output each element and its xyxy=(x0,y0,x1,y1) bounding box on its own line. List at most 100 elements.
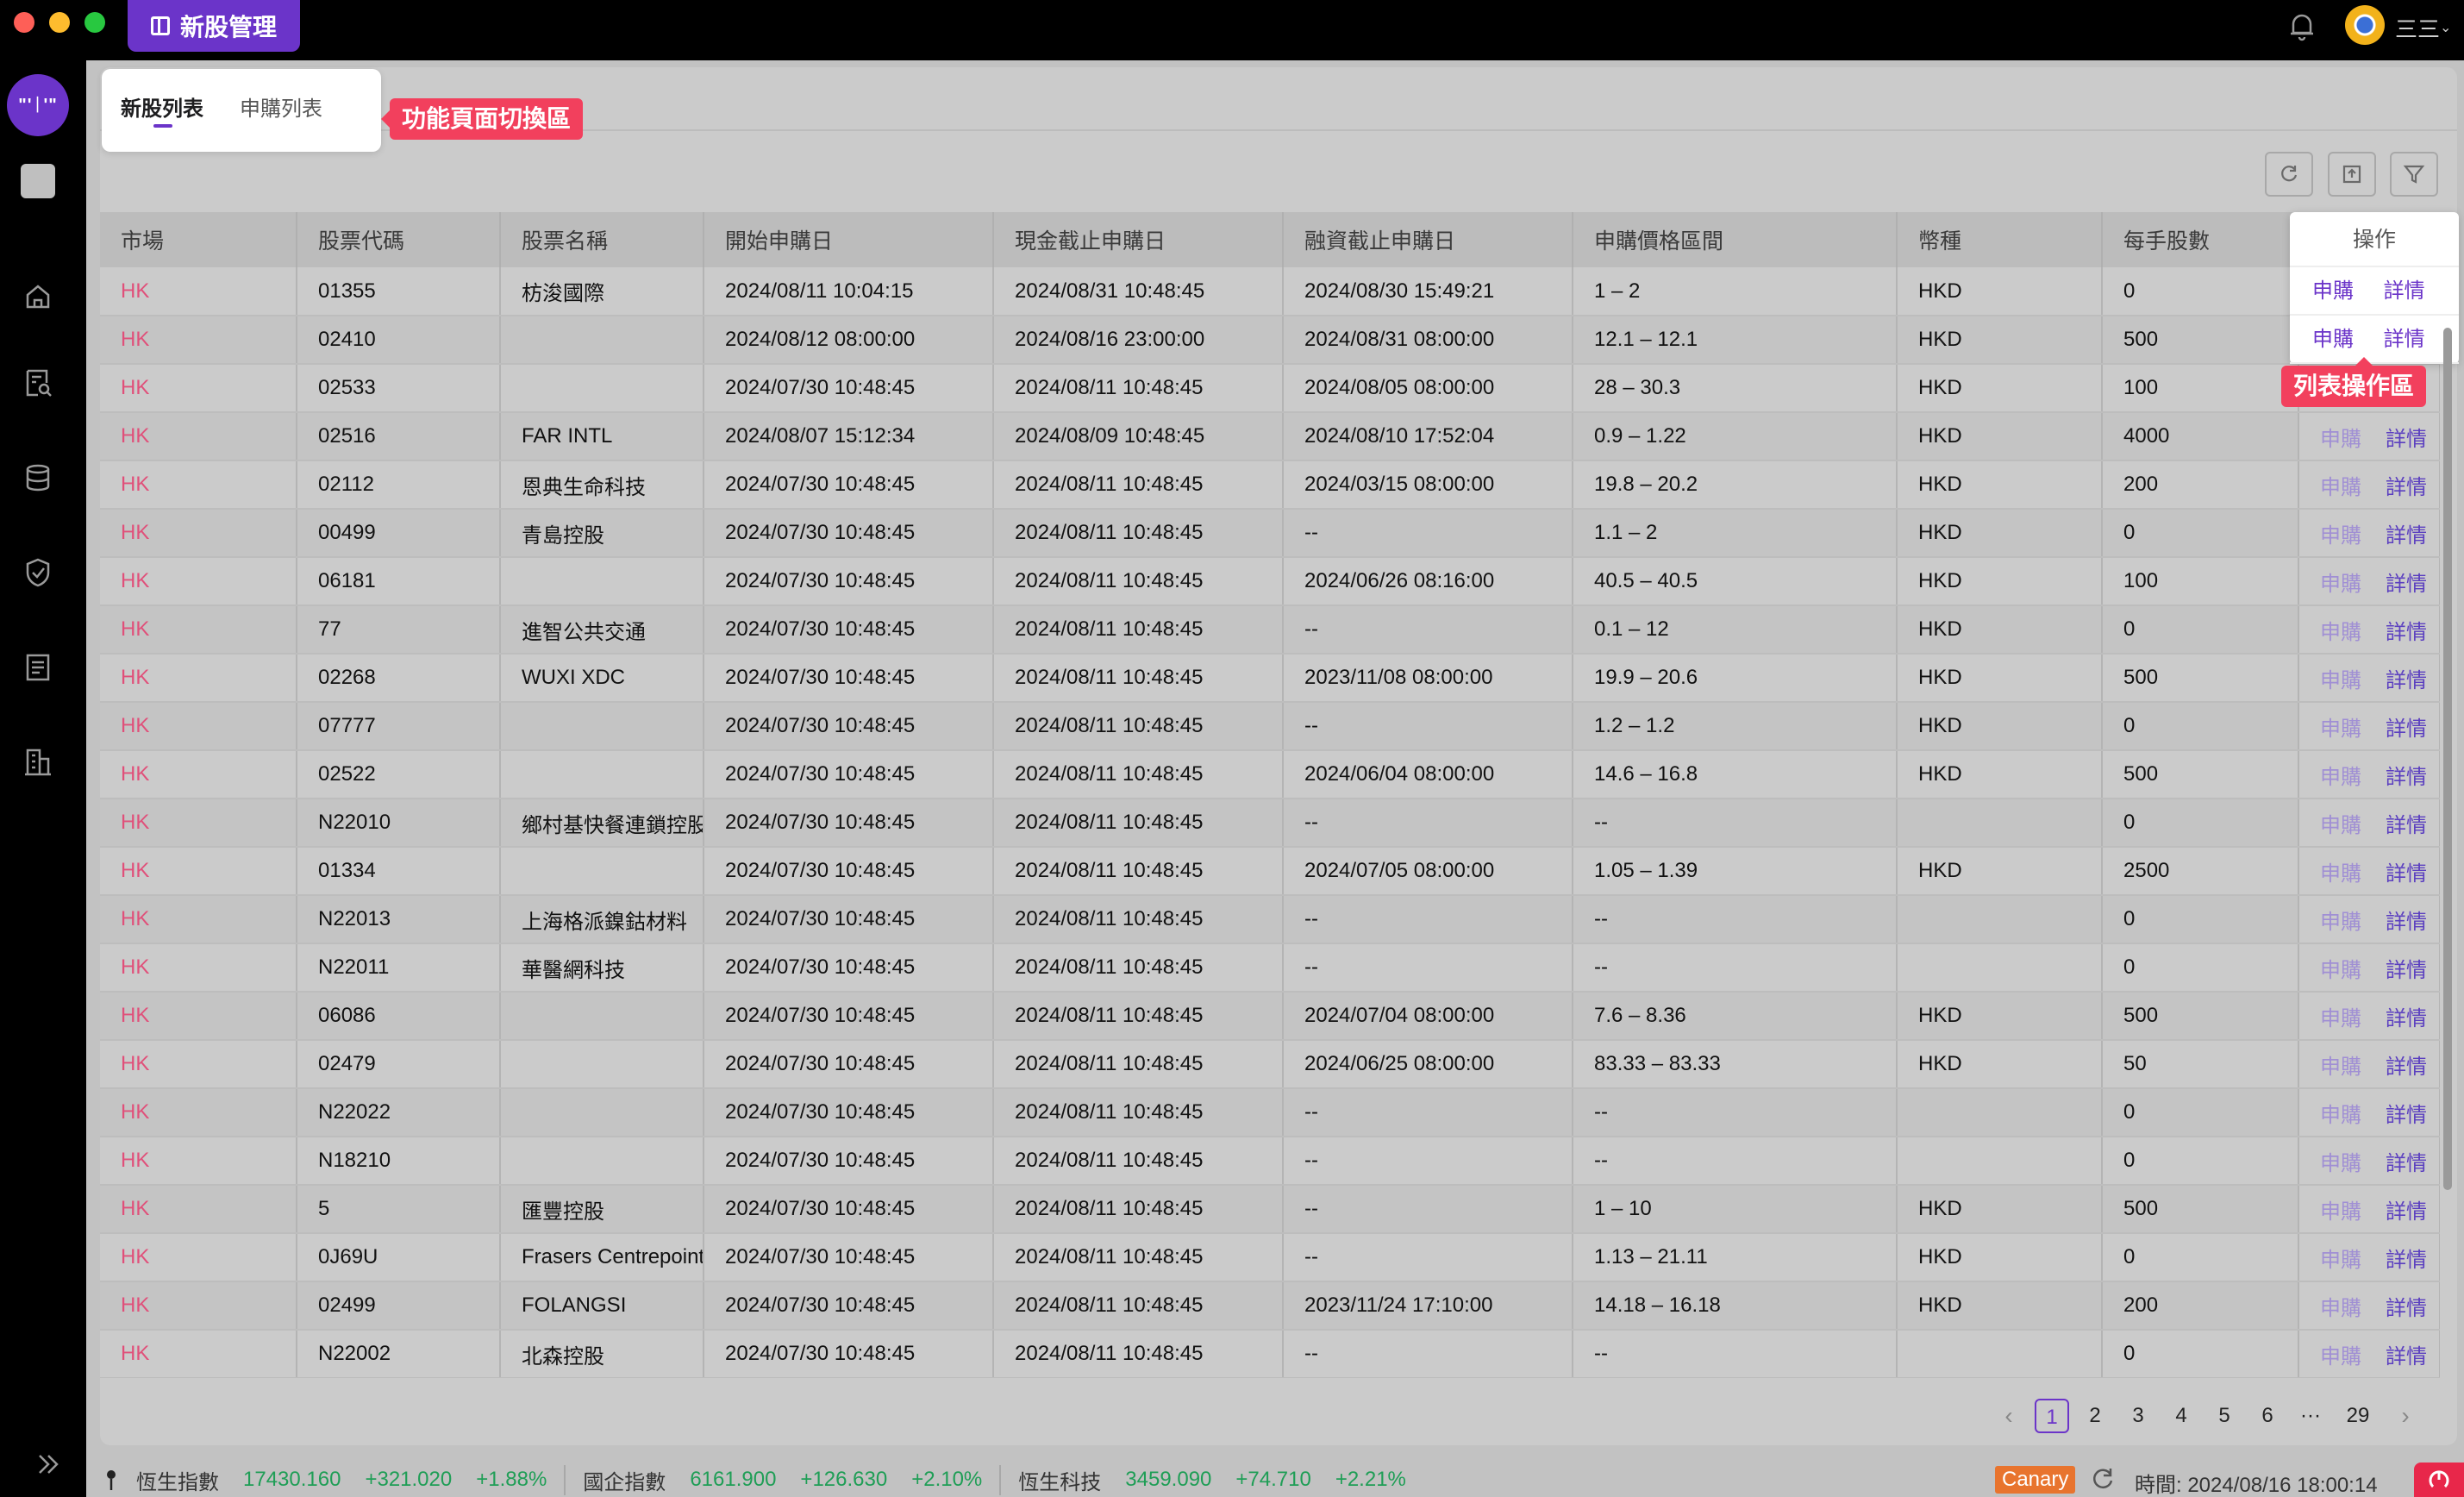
page-2[interactable]: 2 xyxy=(2078,1399,2112,1433)
table-row[interactable]: HK 02479 2024/07/30 10:48:45 2024/08/11 10:… xyxy=(100,1040,2440,1089)
table-row[interactable]: HK 5 匯豐控股 2024/07/30 10:48:45 2024/08/11 10:… xyxy=(100,1185,2440,1234)
detail-link[interactable]: 詳情 xyxy=(2386,717,2427,741)
page-5[interactable]: 5 xyxy=(2207,1399,2242,1433)
prev-page-button[interactable]: ‹ xyxy=(1992,1399,2026,1433)
apply-link[interactable]: 申購 xyxy=(2320,1104,2361,1127)
apply-link[interactable]: 申購 xyxy=(2320,1152,2361,1175)
table-row[interactable]: HK 77 進智公共交通 2024/07/30 10:48:45 2024/08/11 … xyxy=(100,605,2440,655)
table-row[interactable]: HK 02112 恩典生命科技 2024/07/30 10:48:45 2024/08/… xyxy=(100,460,2440,510)
detail-link[interactable]: 詳情 xyxy=(2386,669,2427,692)
detail-link[interactable]: 詳情 xyxy=(2386,428,2427,451)
apply-link[interactable]: 申購 xyxy=(2320,814,2361,837)
apply-link[interactable]: 申購 xyxy=(2312,279,2354,303)
close-window-button[interactable] xyxy=(14,12,34,33)
index-hstech[interactable]: 恆生科技 3459.090 +74.710 +2.21% xyxy=(1001,1465,1423,1495)
column-header[interactable]: 股票名稱 xyxy=(500,212,704,267)
building-icon[interactable] xyxy=(21,745,55,780)
index-hsi[interactable]: 恆生指數 17430.160 +321.020 +1.88% xyxy=(119,1464,566,1495)
detail-link[interactable]: 詳情 xyxy=(2386,573,2427,596)
column-header[interactable]: 市場 xyxy=(100,212,297,267)
user-name[interactable]: 三三 xyxy=(2395,12,2440,44)
apply-link[interactable]: 申購 xyxy=(2320,428,2361,451)
refresh-button[interactable] xyxy=(2265,152,2313,197)
page-4[interactable]: 4 xyxy=(2164,1399,2198,1433)
detail-link[interactable]: 詳情 xyxy=(2386,1055,2427,1079)
database-icon[interactable] xyxy=(21,460,55,495)
table-row[interactable]: HK 01334 2024/07/30 10:48:45 2024/08/11 10:… xyxy=(100,847,2440,896)
apply-link[interactable]: 申購 xyxy=(2320,717,2361,741)
detail-link[interactable]: 詳情 xyxy=(2386,911,2427,934)
detail-link[interactable]: 詳情 xyxy=(2386,1297,2427,1320)
table-row[interactable]: HK N18210 2024/07/30 10:48:45 2024/08/11 10… xyxy=(100,1137,2440,1186)
apply-link[interactable]: 申購 xyxy=(2320,1055,2361,1079)
apply-link[interactable]: 申購 xyxy=(2320,1007,2361,1030)
apply-link[interactable]: 申購 xyxy=(2320,766,2361,789)
detail-link[interactable]: 詳情 xyxy=(2386,1249,2427,1272)
detail-link[interactable]: 詳情 xyxy=(2384,279,2425,303)
detail-link[interactable]: 詳情 xyxy=(2386,1152,2427,1175)
table-row[interactable]: HK 02533 2024/07/30 10:48:45 2024/08/11 10:… xyxy=(100,364,2440,413)
minimize-window-button[interactable] xyxy=(49,12,70,33)
chevron-down-icon[interactable]: ⌄ xyxy=(2440,19,2451,36)
table-row[interactable]: HK 02499 FOLANGSI 2024/07/30 10:48:45 2024/0… xyxy=(100,1281,2440,1331)
column-header[interactable]: 申購價格區間 xyxy=(1573,212,1898,267)
table-row[interactable]: HK 07777 2024/07/30 10:48:45 2024/08/11 10:… xyxy=(100,702,2440,751)
page-ellipsis[interactable]: ··· xyxy=(2293,1399,2328,1433)
scrollbar[interactable] xyxy=(2443,328,2452,1190)
apply-link[interactable]: 申購 xyxy=(2320,621,2361,644)
column-header[interactable]: 每手股數 xyxy=(2102,212,2299,267)
settings-doc-icon[interactable] xyxy=(21,650,55,685)
table-row[interactable]: HK N22022 2024/07/30 10:48:45 2024/08/11 10… xyxy=(100,1088,2440,1137)
table-row[interactable]: HK 00499 青島控股 2024/07/30 10:48:45 2024/08/11… xyxy=(100,509,2440,558)
shield-check-icon[interactable] xyxy=(21,555,55,590)
detail-link[interactable]: 詳情 xyxy=(2386,959,2427,982)
detail-link[interactable]: 詳情 xyxy=(2384,328,2425,351)
detail-link[interactable]: 詳情 xyxy=(2386,524,2427,548)
table-row[interactable]: HK N22002 北森控股 2024/07/30 10:48:45 2024/08/1… xyxy=(100,1330,2440,1378)
page-3[interactable]: 3 xyxy=(2121,1399,2155,1433)
filter-button[interactable] xyxy=(2390,152,2438,197)
table-row[interactable]: HK N22010 鄉村基快餐連鎖控股 2024/07/30 10:48:45 2024… xyxy=(100,799,2440,848)
column-header[interactable]: 融資截止申購日 xyxy=(1283,212,1573,267)
search-doc-icon[interactable] xyxy=(21,366,55,400)
tab-apply-list[interactable]: 申購列表 xyxy=(240,91,322,122)
apply-link[interactable]: 申購 xyxy=(2320,1345,2361,1369)
apply-link[interactable]: 申購 xyxy=(2320,1249,2361,1272)
maximize-window-button[interactable] xyxy=(84,12,105,33)
apply-link[interactable]: 申購 xyxy=(2320,959,2361,982)
table-row[interactable]: HK N22011 華醫網科技 2024/07/30 10:48:45 2024/08/… xyxy=(100,943,2440,993)
export-button[interactable] xyxy=(2328,152,2376,197)
column-header[interactable]: 幣種 xyxy=(1897,212,2103,267)
table-row[interactable]: HK 02268 WUXI XDC 2024/07/30 10:48:45 2024/0… xyxy=(100,654,2440,703)
detail-link[interactable]: 詳情 xyxy=(2386,862,2427,886)
table-row[interactable]: HK N22013 上海格派鎳鈷材料 2024/07/30 10:48:45 2024/… xyxy=(100,895,2440,944)
detail-link[interactable]: 詳情 xyxy=(2386,1104,2427,1127)
table-row[interactable]: HK 06086 2024/07/30 10:48:45 2024/08/11 10:… xyxy=(100,992,2440,1041)
table-row[interactable]: HK 02410 2024/08/12 08:00:00 2024/08/16 23:… xyxy=(100,316,2440,365)
apply-link[interactable]: 申購 xyxy=(2320,911,2361,934)
apply-link[interactable]: 申購 xyxy=(2320,524,2361,548)
bell-icon[interactable] xyxy=(2285,9,2319,43)
column-header[interactable]: 現金截止申購日 xyxy=(993,212,1284,267)
apply-link[interactable]: 申購 xyxy=(2320,476,2361,499)
detail-link[interactable]: 詳情 xyxy=(2386,1345,2427,1369)
detail-link[interactable]: 詳情 xyxy=(2386,766,2427,789)
avatar[interactable] xyxy=(2345,5,2385,45)
apply-link[interactable]: 申購 xyxy=(2320,573,2361,596)
detail-link[interactable]: 詳情 xyxy=(2386,1007,2427,1030)
detail-link[interactable]: 詳情 xyxy=(2386,476,2427,499)
next-page-button[interactable]: › xyxy=(2388,1399,2423,1433)
page-last[interactable]: 29 xyxy=(2336,1399,2380,1433)
detail-link[interactable]: 詳情 xyxy=(2386,1200,2427,1224)
app-thumbnail[interactable] xyxy=(21,164,55,198)
tab-ipo-list[interactable]: 新股列表 xyxy=(121,91,203,122)
table-row[interactable]: HK 02522 2024/07/30 10:48:45 2024/08/11 10:… xyxy=(100,750,2440,799)
page-1[interactable]: 1 xyxy=(2035,1399,2069,1433)
apply-link[interactable]: 申購 xyxy=(2320,1297,2361,1320)
table-row[interactable]: HK 02516 FAR INTL 2024/08/07 15:12:34 2024/0… xyxy=(100,412,2440,461)
detail-link[interactable]: 詳情 xyxy=(2386,621,2427,644)
detail-link[interactable]: 詳情 xyxy=(2386,814,2427,837)
page-6[interactable]: 6 xyxy=(2250,1399,2285,1433)
table-row[interactable]: HK 0J69U Frasers Centrepoint 2024/07/30 10:… xyxy=(100,1233,2440,1282)
apply-link[interactable]: 申購 xyxy=(2312,328,2354,351)
